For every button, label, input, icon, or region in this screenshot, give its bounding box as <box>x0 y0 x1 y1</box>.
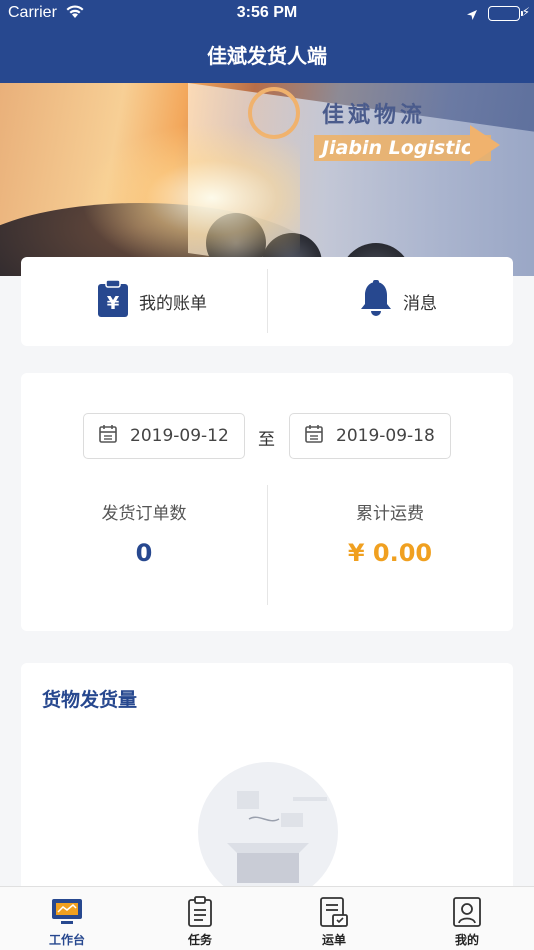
end-date-picker[interactable]: 2019-09-18 <box>289 413 451 459</box>
arrow-graphic <box>470 125 500 165</box>
tab-label: 运单 <box>321 933 346 947</box>
bill-icon: ¥ <box>97 279 129 323</box>
start-date-picker[interactable]: 2019-09-12 <box>83 413 245 459</box>
section-title: 货物发货量 <box>42 689 138 711</box>
my-bill-label: 我的账单 <box>139 294 207 314</box>
profile-icon <box>452 895 482 929</box>
banner-brand-en: Jiabin Logistics <box>314 135 492 161</box>
tab-tasks[interactable]: 任务 <box>133 887 267 950</box>
calendar-icon <box>304 424 324 449</box>
messages-label: 消息 <box>403 294 437 314</box>
orders-count-label: 发货订单数 <box>101 504 187 524</box>
tab-label: 任务 <box>187 933 212 947</box>
status-bar: Carrier 3:56 PM ⚡ <box>0 0 534 28</box>
svg-text:¥: ¥ <box>107 293 120 314</box>
clipboard-icon <box>187 895 213 929</box>
calendar-icon <box>98 424 118 449</box>
quick-actions-card: ¥ 我的账单 消息 <box>21 257 513 346</box>
start-date-value: 2019-09-12 <box>130 426 229 446</box>
waybill-icon <box>319 895 349 929</box>
end-date-value: 2019-09-18 <box>336 426 435 446</box>
tab-waybill[interactable]: 运单 <box>267 887 401 950</box>
tab-profile[interactable]: 我的 <box>400 887 534 950</box>
date-range-separator: 至 <box>258 430 275 450</box>
shipment-volume-card: 货物发货量 <box>21 663 513 903</box>
page-title: 佳斌发货人端 <box>207 44 327 68</box>
tab-workbench[interactable]: 工作台 <box>0 887 134 950</box>
my-bill-button[interactable]: ¥ 我的账单 <box>97 257 207 346</box>
total-freight-label: 累计运费 <box>356 504 424 524</box>
total-freight-value: ¥ 0.00 <box>347 539 433 567</box>
battery-icon <box>488 6 523 21</box>
charging-icon: ⚡ <box>521 5 530 19</box>
location-icon <box>466 6 478 25</box>
stats-card: 2019-09-12 至 2019-09-18 发货订单数 0 累计运费 ¥ 0… <box>21 373 513 631</box>
banner-brand-cn: 佳斌物流 <box>322 103 427 128</box>
tab-bar: 工作台 任务 运单 我的 <box>0 886 534 950</box>
workbench-icon <box>51 895 83 929</box>
tab-label: 工作台 <box>48 933 85 947</box>
tab-label: 我的 <box>454 933 479 947</box>
bell-icon <box>359 280 393 323</box>
empty-state-illustration <box>197 761 339 903</box>
clock: 3:56 PM <box>236 4 298 21</box>
sun-glare <box>80 123 300 273</box>
messages-button[interactable]: 消息 <box>359 257 437 346</box>
orders-count-value: 0 <box>135 539 153 567</box>
divider <box>267 269 268 333</box>
top-bar: Carrier 3:56 PM ⚡ 佳斌发货人端 <box>0 0 534 83</box>
banner-image: 佳斌物流 Jiabin Logistics <box>0 83 534 276</box>
